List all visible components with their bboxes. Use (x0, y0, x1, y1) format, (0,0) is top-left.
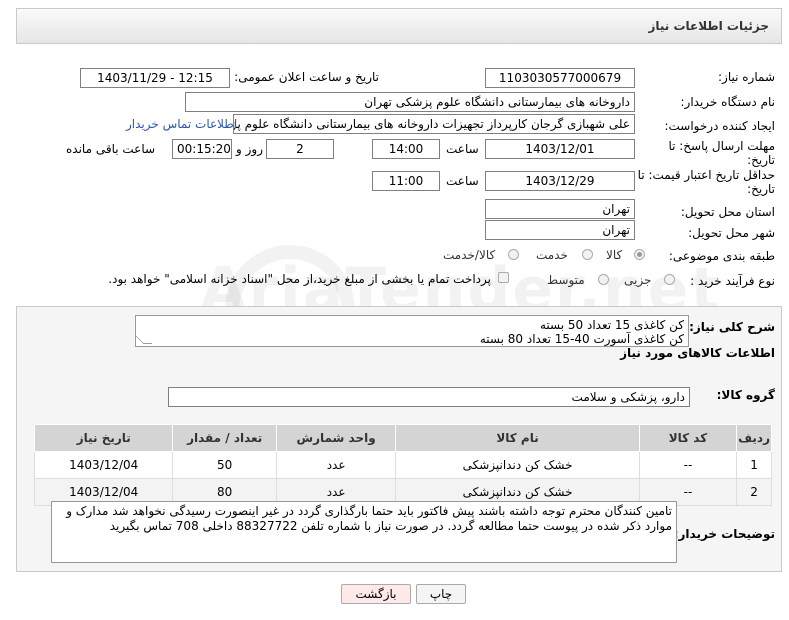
resize-handle-icon[interactable] (136, 335, 153, 344)
buyer-notes-text: تامین کنندگان محترم توجه داشته باشند پیش… (66, 504, 672, 533)
cell-row-num: 2 (736, 478, 772, 506)
process-option-medium: متوسط (547, 273, 585, 287)
need-number-label: شماره نیاز: (718, 70, 775, 84)
process-label: نوع فرآیند خرید : (690, 274, 775, 288)
category-radio-goods-service[interactable] (508, 249, 519, 260)
price-validity-label: حداقل تاریخ اعتبار قیمت: تا (637, 168, 775, 182)
price-validity-date-label: تاریخ: (747, 182, 775, 196)
col-header-code: کد کالا (638, 424, 738, 452)
process-radio-medium[interactable] (598, 274, 609, 285)
back-button[interactable]: بازگشت (341, 584, 411, 604)
announce-date-label: تاریخ و ساعت اعلان عمومی: (234, 70, 379, 84)
cell-code: -- (638, 451, 738, 479)
deadline-time-field: 14:00 (372, 139, 440, 159)
category-radio-service[interactable] (582, 249, 593, 260)
col-header-date: تاریخ نیاز (33, 424, 174, 452)
table-row: 1 -- خشک کن دندانپزشکی عدد 50 1403/12/04 (33, 451, 772, 479)
goods-group-field: دارو، پزشکی و سلامت (168, 387, 690, 407)
buyer-notes-field: تامین کنندگان محترم توجه داشته باشند پیش… (51, 501, 677, 563)
requester-field: علی شهبازی گرجان کارپرداز تجهیزات داروخا… (233, 114, 635, 134)
goods-info-title: اطلاعات کالاهای مورد نیاز (620, 346, 775, 360)
treasury-note: پرداخت تمام یا بخشی از مبلغ خرید،از محل … (108, 272, 491, 286)
print-button[interactable]: چاپ (416, 584, 466, 604)
cell-date: 1403/12/04 (33, 451, 174, 479)
description-label: شرح کلی نیاز: (689, 320, 775, 334)
page-title: جزئیات اطلاعات نیاز (648, 19, 769, 33)
description-line-1: کن کاغذی 15 تعداد 50 بسته (539, 318, 684, 332)
remaining-time-label: ساعت باقی مانده (66, 142, 156, 156)
province-field: تهران (485, 199, 635, 219)
table-header-row: ردیف کد کالا نام کالا واحد شمارش تعداد /… (33, 424, 772, 452)
deadline-label: مهلت ارسال پاسخ: تا (668, 139, 775, 153)
category-radio-goods[interactable] (634, 249, 645, 260)
page-header: جزئیات اطلاعات نیاز (16, 8, 782, 44)
process-radio-minor[interactable] (664, 274, 675, 285)
deadline-time-label: ساعت (446, 142, 479, 156)
category-option-goods: کالا (606, 248, 623, 262)
category-option-service: خدمت (536, 248, 568, 262)
deadline-date-label: تاریخ: (747, 153, 775, 167)
contact-info-link[interactable]: اطلاعات تماس خریدار (126, 117, 237, 131)
buyer-org-label: نام دستگاه خریدار: (680, 95, 776, 109)
province-label: استان محل تحویل: (680, 205, 775, 219)
col-header-unit: واحد شمارش (275, 424, 397, 452)
city-field: تهران (485, 220, 635, 240)
remaining-time-field: 00:15:20 (172, 139, 232, 159)
col-header-quantity: تعداد / مقدار (172, 424, 277, 452)
deadline-date-field: 1403/12/01 (485, 139, 635, 159)
col-header-name: نام کالا (395, 424, 640, 452)
buyer-notes-label: توضیحات خریدار: (673, 527, 775, 541)
treasury-checkbox[interactable] (498, 272, 509, 283)
category-label: طبقه بندی موضوعی: (668, 249, 775, 263)
description-line-2: کن کاغذی آسورت 40-15 تعداد 80 بسته (479, 332, 684, 346)
announce-date-field: 1403/11/29 - 12:15 (80, 68, 230, 88)
cell-quantity: 50 (172, 451, 277, 479)
price-validity-date-field: 1403/12/29 (485, 171, 635, 191)
category-option-goods-service: کالا/خدمت (443, 248, 496, 262)
items-table-wrapper: ردیف کد کالا نام کالا واحد شمارش تعداد /… (33, 424, 772, 506)
cell-name: خشک کن دندانپزشکی (395, 451, 640, 479)
requester-label: ایجاد کننده درخواست: (664, 119, 775, 133)
process-option-minor: جزیی (624, 273, 652, 287)
description-field: کن کاغذی 15 تعداد 50 بسته کن کاغذی آسورت… (135, 315, 689, 347)
cell-unit: عدد (275, 451, 397, 479)
cell-row-num: 1 (736, 451, 772, 479)
need-number-field: 1103030577000679 (485, 68, 635, 88)
buyer-org-field: داروخانه های بیمارستانی دانشگاه علوم پزش… (185, 92, 635, 112)
goods-group-label: گروه کالا: (716, 388, 775, 402)
price-validity-time-field: 11:00 (372, 171, 440, 191)
days-label: روز و (236, 142, 263, 156)
col-header-row-num: ردیف (736, 424, 772, 452)
price-validity-time-label: ساعت (446, 174, 479, 188)
city-label: شهر محل تحویل: (688, 226, 775, 240)
days-count-field: 2 (266, 139, 334, 159)
items-table: ردیف کد کالا نام کالا واحد شمارش تعداد /… (33, 424, 772, 506)
